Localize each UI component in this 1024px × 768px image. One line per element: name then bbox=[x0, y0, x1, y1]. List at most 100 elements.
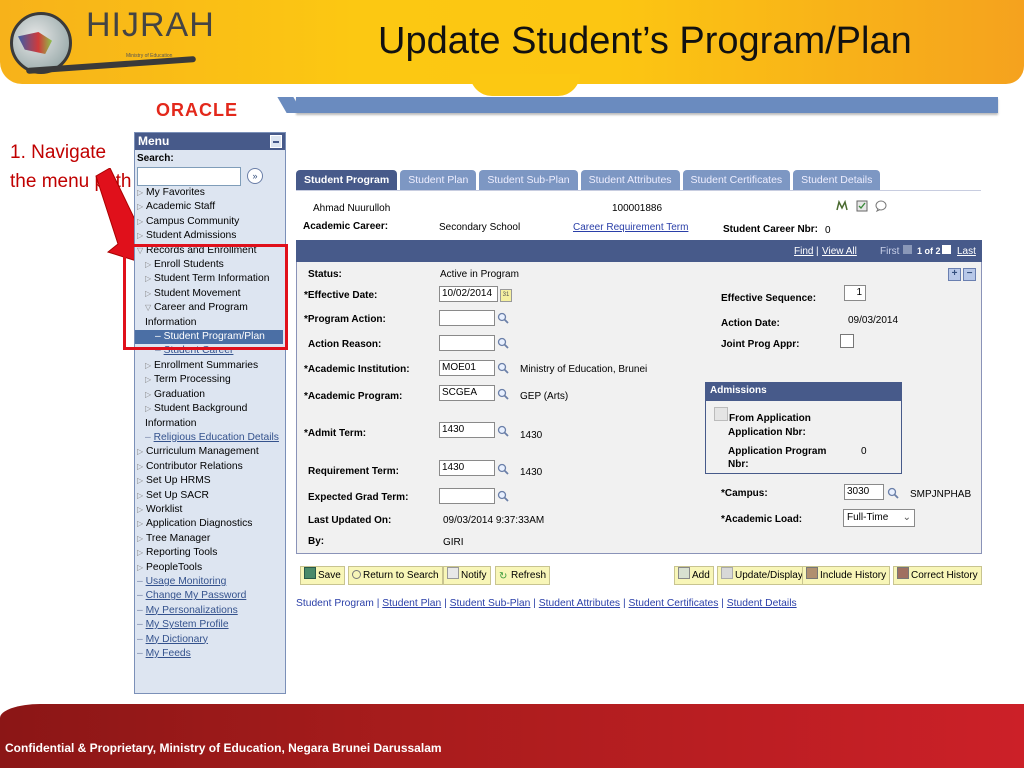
lookup-icon[interactable] bbox=[887, 487, 899, 499]
menu-item-curriculum-management[interactable]: ▷ Curriculum Management bbox=[135, 445, 285, 459]
requirement-term-desc: 1430 bbox=[520, 467, 543, 478]
lookup-icon[interactable] bbox=[497, 388, 509, 400]
program-input[interactable]: SCGEA bbox=[439, 385, 495, 401]
link-student-attributes[interactable]: Student Attributes bbox=[539, 598, 620, 609]
academic-load-select[interactable]: Full-Time ⌄ bbox=[843, 509, 915, 527]
lookup-icon[interactable] bbox=[497, 337, 509, 349]
slide-footer bbox=[0, 704, 1024, 768]
tab-student-sub-plan[interactable]: Student Sub-Plan bbox=[479, 170, 578, 191]
menu-item-enrollment-summaries[interactable]: ▷ Enrollment Summaries bbox=[135, 359, 285, 373]
worklist-icon[interactable] bbox=[836, 200, 848, 212]
joint-prog-label: Joint Prog Appr: bbox=[721, 339, 800, 350]
effective-date-input[interactable]: 10/02/2014 bbox=[439, 286, 498, 302]
notify-button[interactable]: Notify bbox=[443, 566, 491, 585]
add-row-icon[interactable]: + bbox=[948, 268, 961, 281]
add-button[interactable]: Add bbox=[674, 566, 714, 585]
save-button[interactable]: Save bbox=[300, 566, 345, 585]
tab-student-attributes[interactable]: Student Attributes bbox=[580, 170, 680, 191]
lookup-icon[interactable] bbox=[497, 490, 509, 502]
link-student-plan[interactable]: Student Plan bbox=[382, 598, 441, 609]
requirement-term-input[interactable]: 1430 bbox=[439, 460, 495, 476]
action-reason-label: Action Reason: bbox=[308, 339, 382, 350]
first-label: First bbox=[880, 246, 900, 257]
include-history-button[interactable]: Include History bbox=[802, 566, 891, 585]
admit-term-input[interactable]: 1430 bbox=[439, 422, 495, 438]
menu-item-religious-education[interactable]: – Religious Education Details bbox=[135, 431, 285, 445]
lookup-icon[interactable] bbox=[497, 463, 509, 475]
menu-item-peopletools[interactable]: ▷ PeopleTools bbox=[135, 561, 285, 575]
menu-item-usage-monitoring[interactable]: – Usage Monitoring bbox=[135, 575, 285, 589]
menu-item-change-password[interactable]: – Change My Password bbox=[135, 589, 285, 603]
career-requirement-term-link[interactable]: Career Requirement Term bbox=[573, 222, 688, 233]
link-student-certificates[interactable]: Student Certificates bbox=[629, 598, 719, 609]
status-label: Status: bbox=[308, 269, 342, 280]
menu-item-my-feeds[interactable]: – My Feeds bbox=[135, 647, 285, 661]
eff-seq-label: Effective Sequence: bbox=[721, 293, 817, 304]
academic-load-label: *Academic Load: bbox=[721, 514, 803, 525]
student-name: Ahmad Nuurulloh bbox=[313, 203, 391, 214]
nav-separator: | bbox=[816, 246, 819, 257]
tab-divider bbox=[296, 190, 981, 191]
menu-item-campus-community[interactable]: ▷ Campus Community bbox=[135, 215, 285, 229]
page-tabs: Student Program Student Plan Student Sub… bbox=[296, 170, 883, 191]
menu-item-app-diagnostics[interactable]: ▷ Application Diagnostics bbox=[135, 517, 285, 531]
menu-item-reporting-tools[interactable]: ▷ Reporting Tools bbox=[135, 546, 285, 560]
grad-term-input[interactable] bbox=[439, 488, 495, 504]
menu-item-my-favorites[interactable]: ▷ My Favorites bbox=[135, 186, 285, 200]
joint-prog-checkbox[interactable] bbox=[840, 334, 854, 348]
tab-student-details[interactable]: Student Details bbox=[793, 170, 881, 191]
update-display-button[interactable]: Update/Display bbox=[717, 566, 807, 585]
find-link[interactable]: Find bbox=[794, 246, 813, 257]
menu-item-tree-manager[interactable]: ▷ Tree Manager bbox=[135, 532, 285, 546]
next-icon[interactable] bbox=[942, 245, 951, 254]
app-nbr-label: Application Nbr: bbox=[728, 427, 806, 438]
view-all-link[interactable]: View All bbox=[822, 246, 857, 257]
menu-item-student-background[interactable]: ▷ Student Background Information bbox=[135, 402, 285, 431]
menu-item-setup-sacr[interactable]: ▷ Set Up SACR bbox=[135, 489, 285, 503]
navigation-menu: Menu Search: » ▷ My Favorites ▷ Academic S… bbox=[134, 132, 286, 694]
menu-item-term-processing[interactable]: ▷ Term Processing bbox=[135, 373, 285, 387]
collapse-icon[interactable] bbox=[270, 135, 282, 148]
campus-input[interactable]: 3030 bbox=[844, 484, 884, 500]
menu-item-academic-staff[interactable]: ▷ Academic Staff bbox=[135, 200, 285, 214]
institution-input[interactable]: MOE01 bbox=[439, 360, 495, 376]
menu-item-setup-hrms[interactable]: ▷ Set Up HRMS bbox=[135, 474, 285, 488]
last-link[interactable]: Last bbox=[957, 246, 976, 257]
action-reason-input[interactable] bbox=[439, 335, 495, 351]
tab-student-plan[interactable]: Student Plan bbox=[400, 170, 477, 191]
status-value: Active in Program bbox=[440, 269, 519, 280]
tab-student-certificates[interactable]: Student Certificates bbox=[682, 170, 791, 191]
correct-history-button[interactable]: Correct History bbox=[893, 566, 982, 585]
campus-desc: SMPJNPHAB bbox=[910, 489, 972, 500]
menu-item-student-admissions[interactable]: ▷ Student Admissions bbox=[135, 229, 285, 243]
prev-icon[interactable] bbox=[903, 245, 912, 254]
correct-history-icon bbox=[897, 567, 909, 579]
menu-item-my-personalizations[interactable]: – My Personalizations bbox=[135, 604, 285, 618]
menu-item-my-system-profile[interactable]: – My System Profile bbox=[135, 618, 285, 632]
chevron-down-icon: ⌄ bbox=[902, 512, 911, 523]
refresh-button[interactable]: ↻ Refresh bbox=[495, 566, 551, 585]
menu-item-contributor-relations[interactable]: ▷ Contributor Relations bbox=[135, 460, 285, 474]
return-to-search-button[interactable]: Return to Search bbox=[348, 566, 443, 585]
program-action-input[interactable] bbox=[439, 310, 495, 326]
lookup-icon[interactable] bbox=[497, 362, 509, 374]
from-application-checkbox[interactable] bbox=[714, 407, 728, 421]
search-go-icon[interactable]: » bbox=[247, 168, 263, 184]
lookup-icon[interactable] bbox=[497, 312, 509, 324]
admit-term-desc: 1430 bbox=[520, 430, 543, 441]
menu-search-input[interactable] bbox=[137, 167, 241, 186]
lookup-icon[interactable] bbox=[497, 425, 509, 437]
delete-row-icon[interactable]: − bbox=[963, 268, 976, 281]
from-application-label: From Application bbox=[729, 413, 811, 424]
menu-item-graduation[interactable]: ▷ Graduation bbox=[135, 388, 285, 402]
eff-seq-input[interactable]: 1 bbox=[844, 285, 866, 301]
link-student-details[interactable]: Student Details bbox=[727, 598, 797, 609]
link-student-sub-plan[interactable]: Student Sub-Plan bbox=[450, 598, 531, 609]
notepad-icon[interactable] bbox=[856, 200, 868, 212]
tab-student-program[interactable]: Student Program bbox=[296, 170, 398, 191]
admissions-title: Admissions bbox=[706, 383, 901, 401]
menu-item-worklist[interactable]: ▷ Worklist bbox=[135, 503, 285, 517]
calendar-icon[interactable]: 31 bbox=[500, 289, 512, 302]
comment-icon[interactable] bbox=[875, 200, 887, 212]
menu-item-my-dictionary[interactable]: – My Dictionary bbox=[135, 633, 285, 647]
